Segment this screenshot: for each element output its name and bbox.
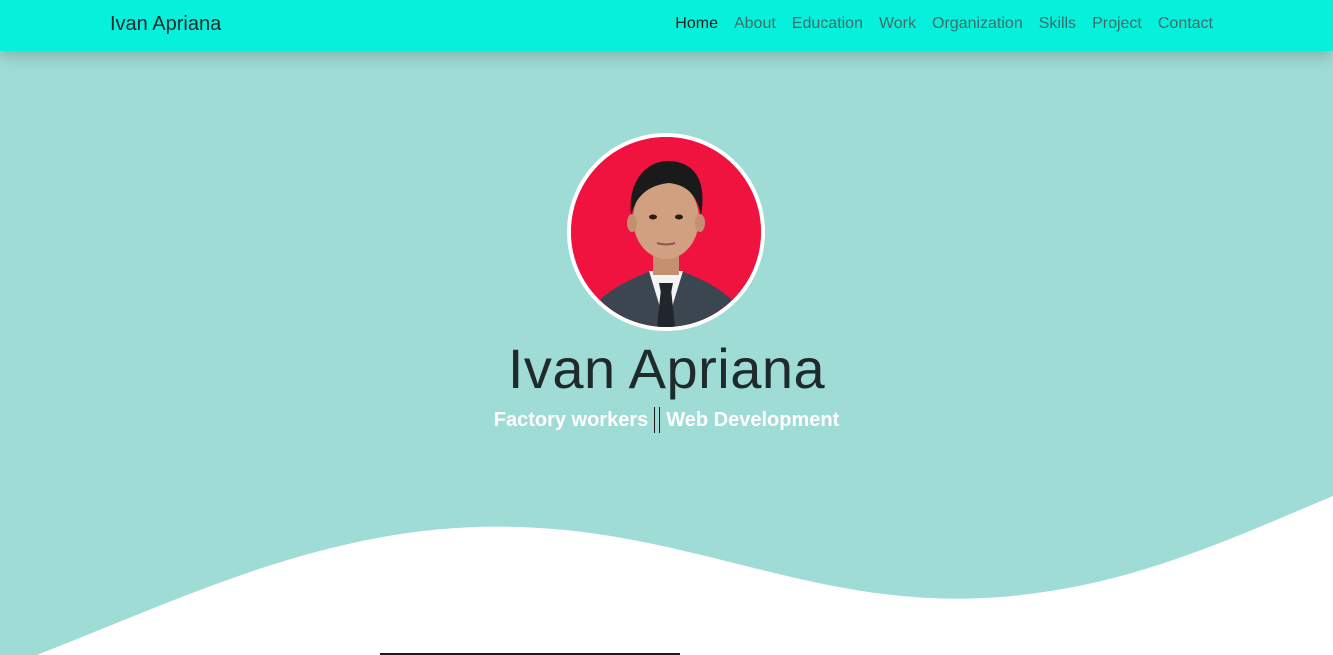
nav-link-skills[interactable]: Skills: [1039, 15, 1076, 33]
subtitle-role-web: Web Development: [666, 408, 840, 431]
nav-link-work[interactable]: Work: [879, 15, 916, 33]
hero-subtitle: Factory workers Web Development: [0, 407, 1333, 433]
nav-links: Home About Education Work Organization S…: [675, 15, 1213, 33]
nav-link-home[interactable]: Home: [675, 15, 718, 33]
top-navbar: Ivan Apriana Home About Education Work O…: [0, 0, 1333, 51]
profile-avatar: [567, 133, 765, 331]
nav-link-project[interactable]: Project: [1092, 15, 1142, 33]
nav-link-contact[interactable]: Contact: [1158, 15, 1213, 33]
nav-link-organization[interactable]: Organization: [932, 15, 1023, 33]
hero-name: Ivan Apriana: [507, 337, 826, 400]
subtitle-divider: [654, 407, 661, 433]
subtitle-role-factory: Factory workers: [493, 408, 649, 431]
hero-section: Ivan Apriana Factory workers Web Develop…: [0, 51, 1333, 655]
nav-link-about[interactable]: About: [734, 15, 776, 33]
nav-link-education[interactable]: Education: [792, 15, 863, 33]
brand-link[interactable]: Ivan Apriana: [110, 13, 221, 36]
profile-photo: [571, 137, 761, 327]
